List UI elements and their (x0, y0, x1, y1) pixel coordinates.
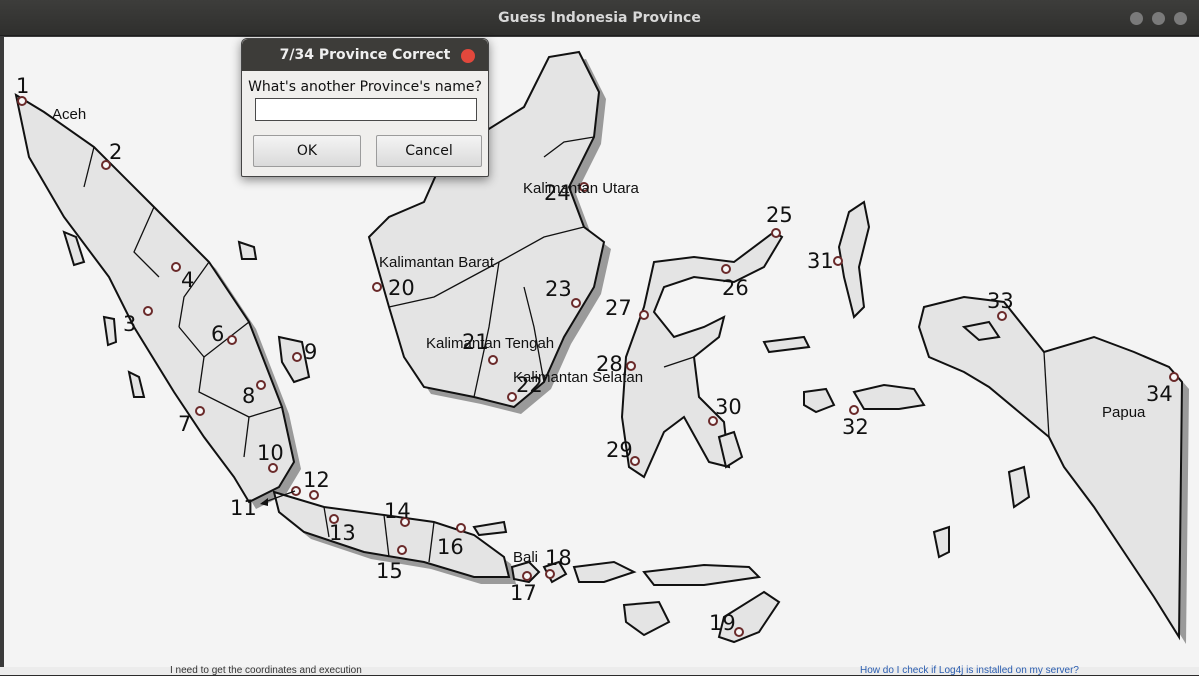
siberut-island (127, 370, 146, 398)
marker-23: 23 (545, 277, 572, 301)
marker-15: 15 (376, 559, 403, 583)
map-canvas: 1 2 3 4 6 7 8 9 10 11 12 13 14 15 16 17 … (14, 50, 1189, 644)
marker-8: 8 (242, 384, 255, 408)
province-name-input[interactable] (255, 98, 477, 121)
marker-14: 14 (384, 499, 411, 523)
marker-25: 25 (766, 203, 793, 227)
marker-16: 16 (437, 535, 464, 559)
background-window-strip: I need to get the coordinates and execut… (0, 665, 1199, 676)
marker-34: 34 (1146, 382, 1173, 406)
marker-3: 3 (123, 312, 136, 336)
province-label-bali: Bali (513, 549, 538, 566)
flores-island (642, 563, 762, 586)
province-marker-dot (639, 310, 649, 320)
tanimbar-island (932, 525, 950, 559)
marker-6: 6 (211, 322, 224, 346)
province-label-kalimantan-tengah: Kalimantan Tengah (426, 335, 554, 352)
marker-20: 20 (388, 276, 415, 300)
dialog-close-icon[interactable] (461, 49, 475, 63)
marker-9: 9 (304, 340, 317, 364)
province-marker-dot (522, 571, 532, 581)
province-marker-dot (545, 569, 555, 579)
province-label-aceh: Aceh (52, 106, 86, 123)
window-title-bar[interactable]: Guess Indonesia Province (0, 0, 1199, 36)
maximize-icon[interactable] (1152, 12, 1165, 25)
dialog-prompt: What's another Province's name? (248, 79, 482, 95)
province-marker-dot (571, 298, 581, 308)
province-marker-dot (268, 463, 278, 473)
buru-island (803, 387, 836, 414)
province-marker-dot (507, 392, 517, 402)
province-marker-dot (227, 335, 237, 345)
madura-island (472, 520, 508, 537)
province-marker-dot (1169, 372, 1179, 382)
cancel-button[interactable]: Cancel (376, 135, 482, 167)
marker-2: 2 (109, 140, 122, 164)
sumbawa-island (572, 560, 637, 583)
province-marker-dot (143, 306, 153, 316)
seram-island (852, 383, 926, 410)
marker-31: 31 (807, 249, 834, 273)
background-text: I need to get the coordinates and execut… (170, 665, 362, 676)
marker-30: 30 (715, 395, 742, 419)
province-marker-dot (309, 490, 319, 500)
sulawesi-island (620, 230, 784, 479)
sumba-island (622, 600, 671, 637)
marker-19: 19 (709, 611, 736, 635)
province-marker-dot (721, 264, 731, 274)
province-marker-dot (195, 406, 205, 416)
province-marker-dot (17, 96, 27, 106)
riau-island (237, 240, 258, 260)
province-marker-dot (397, 545, 407, 555)
aru-island (1007, 465, 1031, 509)
province-marker-dot (372, 282, 382, 292)
province-marker-dot (456, 523, 466, 533)
sula-island (762, 335, 811, 354)
background-link[interactable]: How do I check if Log4j is installed on … (860, 665, 1079, 676)
province-label-kalimantan-selatan: Kalimantan Selatan (513, 369, 643, 386)
app-window: Guess Indonesia Province 1 2 3 4 6 7 8 9… (0, 0, 1199, 676)
marker-18: 18 (545, 546, 572, 570)
marker-17: 17 (510, 581, 537, 605)
marker-7: 7 (178, 412, 191, 436)
province-label-kalimantan-barat: Kalimantan Barat (379, 254, 495, 271)
papua-island (917, 295, 1184, 641)
province-marker-dot (849, 405, 859, 415)
close-icon[interactable] (1174, 12, 1187, 25)
marker-27: 27 (605, 296, 632, 320)
marker-10: 10 (257, 441, 284, 465)
province-label-papua: Papua (1102, 404, 1146, 421)
province-marker-dot (256, 380, 266, 390)
province-marker-dot (734, 627, 744, 637)
nias-island (102, 315, 118, 347)
indonesia-map: 1 2 3 4 6 7 8 9 10 11 12 13 14 15 16 17 … (4, 37, 1199, 667)
marker-1: 1 (16, 74, 29, 98)
marker-26: 26 (722, 276, 749, 300)
minimize-icon[interactable] (1130, 12, 1143, 25)
input-dialog: 7/34 Province Correct What's another Pro… (241, 38, 489, 177)
province-marker-dot (997, 311, 1007, 321)
marker-4: 4 (181, 268, 194, 292)
marker-33: 33 (987, 289, 1014, 313)
province-marker-dot (171, 262, 181, 272)
province-marker-dot (833, 256, 843, 266)
marker-11: 11 (230, 496, 257, 520)
province-marker-dot (771, 228, 781, 238)
ok-button[interactable]: OK (253, 135, 361, 167)
province-marker-dot (292, 352, 302, 362)
province-marker-dot (488, 355, 498, 365)
province-label-kalimantan-utara: Kalimantan Utara (523, 180, 640, 197)
marker-29: 29 (606, 438, 633, 462)
halmahera-island (837, 200, 871, 319)
dialog-title[interactable]: 7/34 Province Correct (242, 39, 488, 71)
marker-32: 32 (842, 415, 869, 439)
marker-12: 12 (303, 468, 330, 492)
marker-13: 13 (329, 521, 356, 545)
window-title: Guess Indonesia Province (498, 10, 701, 26)
